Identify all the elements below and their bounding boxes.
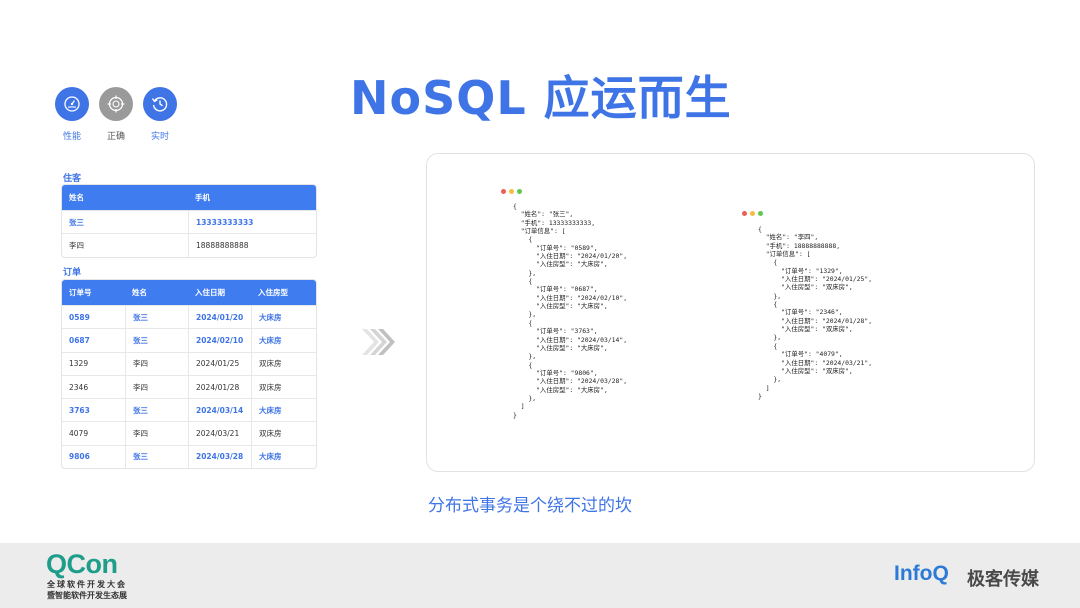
table-cell: 张三 <box>125 398 188 422</box>
json-document-lisi: { "姓名": "李四", "手机": 18888888888, "订单信息":… <box>758 225 873 400</box>
json-document-zhangsan: { "姓名": "张三", "手机": 13333333333, "订单信息":… <box>513 202 628 419</box>
orders-label: 订单 <box>63 268 82 278</box>
json-documents-panel: { "姓名": "张三", "手机": 13333333333, "订单信息":… <box>426 153 1035 472</box>
feature-correctness: 正确 <box>98 87 134 142</box>
slide: NoSQL 应运而生 性能 正确 实时 住客 姓名 手机 张三 13333333… <box>0 0 1080 608</box>
guests-table: 姓名 手机 张三 13333333333 李四 18888888888 <box>61 184 317 258</box>
caption: 分布式事务是个绕不过的坎 <box>428 496 632 516</box>
footer: QCon 全球软件开发大会 暨智能软件开发生态展 InfoQ 极客传媒 <box>0 543 1080 608</box>
table-cell: 18888888888 <box>188 233 316 257</box>
feature-label: 正确 <box>106 132 125 142</box>
column-header: 订单号 <box>62 280 125 305</box>
column-header: 姓名 <box>125 280 188 305</box>
window-dots-icon <box>501 189 522 194</box>
table-cell: 2024/03/21 <box>188 421 251 445</box>
table-row: 2346 李四 2024/01/28 双床房 <box>62 374 316 399</box>
chevron-right-icon <box>360 327 398 361</box>
table-cell: 1329 <box>62 351 125 375</box>
table-row: 1329 李四 2024/01/25 双床房 <box>62 351 316 375</box>
table-cell: 大床房 <box>251 444 316 469</box>
table-cell: 0687 <box>62 328 125 351</box>
column-header: 手机 <box>188 185 316 210</box>
table-cell: 2024/01/28 <box>188 374 251 399</box>
infoq-logo: InfoQ <box>894 562 949 585</box>
table-cell: 大床房 <box>251 398 316 422</box>
table-row: 4079 李四 2024/03/21 双床房 <box>62 421 316 445</box>
qcon-tagline: 全球软件开发大会 <box>47 580 127 589</box>
table-row: 张三 13333333333 <box>62 210 316 234</box>
feature-performance: 性能 <box>54 87 90 142</box>
table-cell: 张三 <box>125 305 188 329</box>
orders-table: 订单号 姓名 入住日期 入住房型 0589 张三 2024/01/20 大床房 … <box>61 279 317 470</box>
column-header: 入住房型 <box>251 280 316 305</box>
window-dots-icon <box>742 211 763 216</box>
table-row: 0687 张三 2024/02/10 大床房 <box>62 328 316 352</box>
gauge-icon <box>55 87 89 121</box>
table-header-row: 姓名 手机 <box>62 185 316 210</box>
table-cell: 双床房 <box>251 421 316 445</box>
table-cell: 0589 <box>62 305 125 328</box>
feature-label: 性能 <box>62 132 81 142</box>
target-icon <box>99 87 133 121</box>
table-cell: 李四 <box>125 351 188 375</box>
history-clock-icon <box>143 87 177 121</box>
feature-label: 实时 <box>150 132 169 142</box>
table-cell: 李四 <box>62 233 188 256</box>
table-cell: 2024/03/28 <box>188 444 251 469</box>
table-cell: 张三 <box>62 210 188 233</box>
table-row: 李四 18888888888 <box>62 233 316 257</box>
table-cell: 大床房 <box>251 305 316 329</box>
table-cell: 2346 <box>62 374 125 398</box>
column-header: 入住日期 <box>188 280 251 305</box>
table-cell: 2024/01/25 <box>188 351 251 375</box>
qcon-subtitle: 暨智能软件开发生态展 <box>47 591 127 600</box>
column-header: 姓名 <box>62 185 188 210</box>
table-cell: 双床房 <box>251 351 316 375</box>
table-cell: 双床房 <box>251 374 316 399</box>
feature-realtime: 实时 <box>142 87 178 142</box>
table-cell: 张三 <box>125 444 188 469</box>
table-cell: 3763 <box>62 398 125 421</box>
table-cell: 4079 <box>62 421 125 444</box>
table-cell: 2024/01/20 <box>188 305 251 329</box>
table-cell: 9806 <box>62 444 125 468</box>
table-row: 0589 张三 2024/01/20 大床房 <box>62 305 316 329</box>
qcon-logo: QCon <box>46 549 118 579</box>
feature-icons: 性能 正确 实时 <box>54 87 178 142</box>
table-cell: 张三 <box>125 328 188 352</box>
table-cell: 13333333333 <box>188 210 316 234</box>
page-title: NoSQL 应运而生 <box>350 71 732 125</box>
table-cell: 2024/03/14 <box>188 398 251 422</box>
guests-label: 住客 <box>63 174 82 184</box>
table-row: 3763 张三 2024/03/14 大床房 <box>62 398 316 422</box>
table-header-row: 订单号 姓名 入住日期 入住房型 <box>62 280 316 305</box>
table-cell: 2024/02/10 <box>188 328 251 352</box>
table-cell: 李四 <box>125 374 188 399</box>
table-cell: 李四 <box>125 421 188 445</box>
table-row: 9806 张三 2024/03/28 大床房 <box>62 444 316 469</box>
infoq-brand-name: 极客传媒 <box>967 569 1039 590</box>
table-cell: 大床房 <box>251 328 316 352</box>
